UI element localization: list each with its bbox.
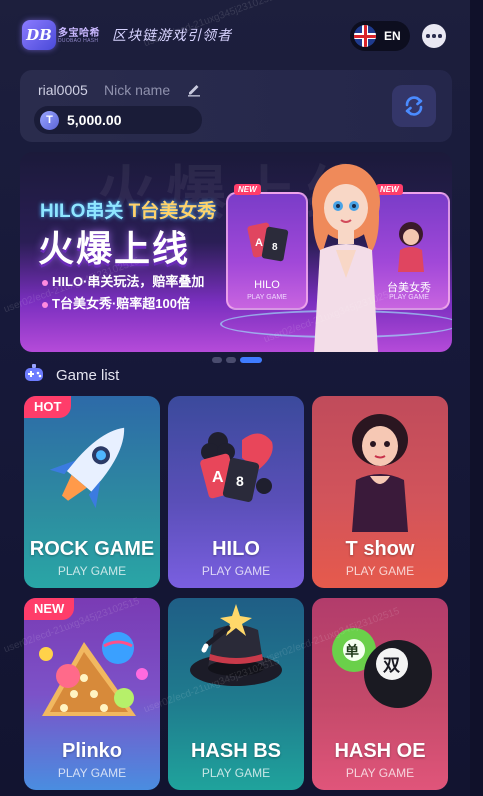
- game-card-hash-oe[interactable]: 单 双 HASH OE PLAY GAME: [312, 598, 448, 790]
- more-dots-icon: [426, 34, 430, 38]
- logo-icon: DB: [22, 20, 56, 50]
- play-game-label: PLAY GAME: [345, 564, 415, 578]
- game-name: Plinko: [61, 740, 122, 762]
- svg-text:双: 双: [383, 656, 400, 676]
- odd-even-balls-icon: 单 双: [332, 628, 432, 708]
- poker-cards-icon: A 8: [200, 432, 273, 502]
- balance-pill: T 5,000.00: [34, 106, 202, 134]
- game-name: HILO: [212, 538, 260, 560]
- game-name: ROCK GAME: [29, 538, 155, 560]
- new-badge: NEW: [24, 598, 75, 620]
- poker-cards-icon: A 8: [247, 222, 289, 262]
- game-name: HASH BS: [190, 740, 281, 762]
- nickname-field[interactable]: Nick name: [104, 82, 170, 98]
- game-name: HASH OE: [334, 740, 426, 762]
- edit-icon[interactable]: [186, 81, 202, 97]
- showgirl-icon: [398, 222, 424, 272]
- banner-card-label: HILO: [254, 279, 280, 291]
- username: rial0005: [38, 82, 88, 98]
- hot-badge: HOT: [24, 396, 72, 418]
- language-label: EN: [384, 29, 401, 43]
- more-button[interactable]: [422, 24, 446, 48]
- svg-text:A: A: [255, 237, 263, 249]
- banner-title: HILO串关 T台美女秀: [40, 196, 216, 223]
- banner-title-part2: T台美女秀: [128, 201, 217, 222]
- game-card-hash-bs[interactable]: HASH BS PLAY GAME: [168, 598, 304, 790]
- logo-name: 多宝哈希: [58, 28, 100, 39]
- carousel-dot[interactable]: [226, 357, 236, 363]
- gamepad-icon: [25, 364, 43, 381]
- banner-headline: 火爆上线: [38, 228, 191, 269]
- new-badge: NEW: [234, 184, 261, 195]
- svg-text:8: 8: [236, 473, 244, 489]
- refresh-icon: [405, 96, 423, 116]
- header: DB 多宝哈希 DUOBAO HASH 区块链游戏引领者 EN: [0, 0, 470, 70]
- user-card: rial0005 Nick name T 5,000.00: [20, 70, 452, 142]
- banner-line-2: T台美女秀·赔率超100倍: [42, 293, 190, 312]
- magic-hat-icon: [190, 604, 282, 686]
- coin-icon: T: [40, 110, 59, 130]
- banner-title-part1: HILO串关: [40, 201, 124, 222]
- play-game-label: PLAY GAME: [201, 564, 271, 578]
- play-game-label: PLAY GAME: [57, 564, 127, 578]
- game-card-rock-game[interactable]: HOT ROCK GAME PLAY GAME: [24, 396, 160, 588]
- uk-flag-icon: [354, 25, 376, 47]
- banner-card-sub: PLAY GAME: [247, 294, 287, 301]
- carousel-dot-active[interactable]: [240, 357, 262, 363]
- game-card-t-show[interactable]: T show PLAY GAME: [312, 396, 448, 588]
- play-game-label: PLAY GAME: [201, 766, 271, 780]
- game-list-title: Game list: [56, 367, 120, 384]
- balance-value: 5,000.00: [67, 112, 122, 128]
- svg-text:单: 单: [345, 643, 359, 660]
- play-game-label: PLAY GAME: [57, 766, 127, 780]
- showgirl-icon: [352, 414, 408, 532]
- banner-girl-illustration: [312, 164, 380, 352]
- game-card-plinko[interactable]: NEW Plinko PLAY GAME: [24, 598, 160, 790]
- banner-line-1: HILO·串关玩法，赔率叠加: [42, 271, 204, 290]
- game-name: T show: [345, 538, 415, 560]
- game-card-hilo[interactable]: A 8 HILO PLAY GAME: [168, 396, 304, 588]
- banner-card-hilo: NEW A 8 HILO PLAY GAME: [226, 184, 308, 310]
- carousel-dots: [212, 357, 262, 363]
- slogan: 区块链游戏引领者: [112, 28, 232, 44]
- play-game-label: PLAY GAME: [345, 766, 415, 780]
- language-button[interactable]: EN: [350, 21, 410, 51]
- refresh-button[interactable]: [392, 85, 436, 127]
- app-root: DB 多宝哈希 DUOBAO HASH 区块链游戏引领者 EN rial0005…: [0, 0, 470, 796]
- svg-text:8: 8: [272, 242, 278, 253]
- logo-name-sub: DUOBAO HASH: [58, 38, 99, 44]
- promo-banner[interactable]: 火爆上线 HILO串关 T台美女秀 火爆上线 HILO·串关玩法，赔率叠加 T台…: [20, 152, 452, 352]
- carousel-dot[interactable]: [212, 357, 222, 363]
- svg-text:A: A: [212, 469, 224, 486]
